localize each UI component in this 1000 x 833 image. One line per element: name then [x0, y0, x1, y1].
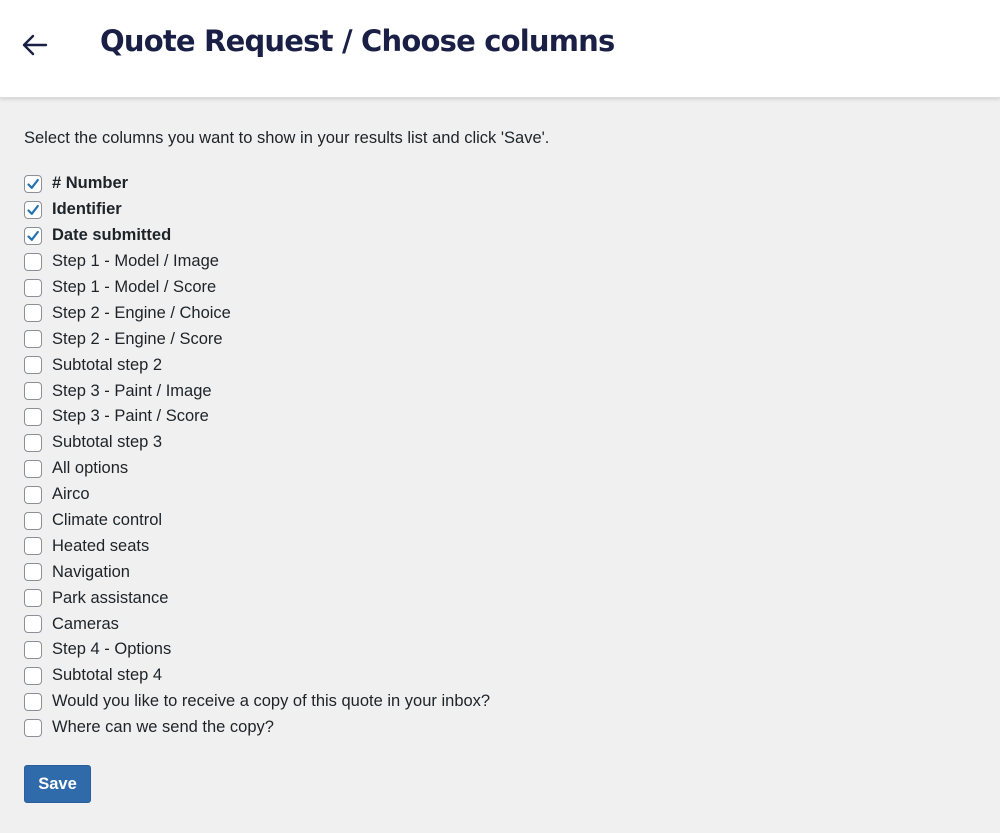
column-option[interactable]: Step 4 - Options [24, 637, 490, 663]
column-option[interactable]: Step 3 - Paint / Image [24, 378, 490, 404]
column-option[interactable]: Airco [24, 482, 490, 508]
instructions-text: Select the columns you want to show in y… [24, 129, 550, 147]
column-option[interactable]: Subtotal step 4 [24, 663, 490, 689]
column-option[interactable]: Date submitted [24, 223, 490, 249]
column-checkbox[interactable] [24, 485, 42, 504]
column-label[interactable]: Subtotal step 2 [52, 356, 162, 375]
column-checkbox[interactable] [24, 407, 42, 426]
checkmark-icon [27, 230, 39, 241]
checkmark-icon [27, 204, 39, 215]
column-option[interactable]: Park assistance [24, 585, 490, 611]
column-checkbox[interactable] [24, 304, 42, 323]
column-label[interactable]: Climate control [52, 511, 162, 530]
column-option[interactable]: # Number [24, 171, 490, 197]
column-option[interactable]: Where can we send the copy? [24, 715, 490, 741]
page-title: Quote Request / Choose columns [100, 24, 615, 58]
column-checkbox[interactable] [24, 433, 42, 452]
column-checkbox[interactable] [24, 459, 42, 478]
column-option[interactable]: Step 3 - Paint / Score [24, 404, 490, 430]
column-checkbox[interactable] [24, 537, 42, 556]
column-option[interactable]: Cameras [24, 611, 490, 637]
column-label[interactable]: All options [52, 459, 128, 478]
column-option[interactable]: Subtotal step 3 [24, 430, 490, 456]
column-label[interactable]: Subtotal step 4 [52, 666, 162, 685]
column-option[interactable]: Heated seats [24, 533, 490, 559]
column-checkbox[interactable] [24, 356, 42, 375]
save-button[interactable]: Save [24, 765, 91, 803]
column-label[interactable]: Step 4 - Options [52, 640, 171, 659]
column-checkbox[interactable] [24, 563, 42, 582]
column-checkbox[interactable] [24, 511, 42, 530]
column-option[interactable]: Step 2 - Engine / Choice [24, 300, 490, 326]
column-label[interactable]: Step 3 - Paint / Image [52, 382, 212, 401]
column-option[interactable]: Step 1 - Model / Score [24, 275, 490, 301]
column-label[interactable]: Subtotal step 3 [52, 433, 162, 452]
column-checkbox[interactable] [24, 718, 42, 737]
page-header: Quote Request / Choose columns [0, 0, 1000, 98]
column-checkbox[interactable] [24, 226, 42, 245]
column-checkbox[interactable] [24, 640, 42, 659]
column-option[interactable]: Step 1 - Model / Image [24, 249, 490, 275]
column-option[interactable]: All options [24, 456, 490, 482]
column-checkbox[interactable] [24, 278, 42, 297]
column-label[interactable]: Step 1 - Model / Image [52, 252, 219, 271]
column-option[interactable]: Climate control [24, 508, 490, 534]
column-option[interactable]: Navigation [24, 559, 490, 585]
column-checkbox[interactable] [24, 252, 42, 271]
column-checkbox[interactable] [24, 174, 42, 193]
column-label[interactable]: Step 2 - Engine / Score [52, 330, 223, 349]
columns-list: # Number Identifier Date submitted Step 1 -… [24, 171, 490, 741]
column-checkbox[interactable] [24, 382, 42, 401]
column-label[interactable]: Heated seats [52, 537, 149, 556]
column-checkbox[interactable] [24, 615, 42, 634]
column-label[interactable]: Identifier [52, 200, 122, 219]
column-checkbox[interactable] [24, 666, 42, 685]
column-label[interactable]: Step 1 - Model / Score [52, 278, 216, 297]
back-button[interactable] [18, 30, 50, 60]
checkmark-icon [27, 178, 39, 189]
column-label[interactable]: Step 3 - Paint / Score [52, 407, 209, 426]
column-option[interactable]: Would you like to receive a copy of this… [24, 689, 490, 715]
column-label[interactable]: # Number [52, 174, 128, 193]
column-label[interactable]: Would you like to receive a copy of this… [52, 692, 490, 711]
column-label[interactable]: Park assistance [52, 589, 168, 608]
column-label[interactable]: Date submitted [52, 226, 171, 245]
column-option[interactable]: Subtotal step 2 [24, 352, 490, 378]
arrow-left-icon [22, 34, 48, 56]
column-checkbox[interactable] [24, 330, 42, 349]
column-option[interactable]: Identifier [24, 197, 490, 223]
column-label[interactable]: Airco [52, 485, 90, 504]
column-checkbox[interactable] [24, 200, 42, 219]
column-checkbox[interactable] [24, 692, 42, 711]
column-label[interactable]: Navigation [52, 563, 130, 582]
column-label[interactable]: Step 2 - Engine / Choice [52, 304, 231, 323]
column-label[interactable]: Cameras [52, 615, 119, 634]
column-option[interactable]: Step 2 - Engine / Score [24, 326, 490, 352]
column-label[interactable]: Where can we send the copy? [52, 718, 274, 737]
column-checkbox[interactable] [24, 589, 42, 608]
